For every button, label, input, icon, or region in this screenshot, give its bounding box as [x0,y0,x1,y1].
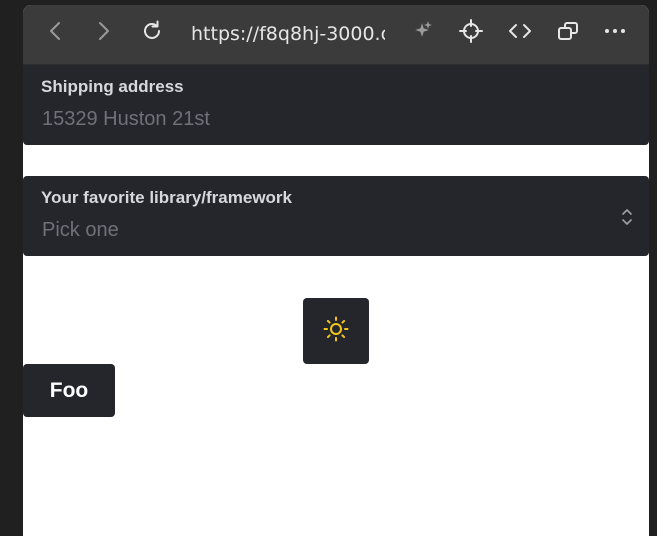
foo-button[interactable]: Foo [23,364,115,417]
browser-toolbar: https://f8q8hj-3000.c [23,5,649,65]
chevron-up-down-icon[interactable] [621,208,633,226]
crosshair-icon[interactable] [459,19,483,43]
windows-icon[interactable] [556,19,580,43]
sparkle-icon[interactable] [411,19,435,43]
forward-icon[interactable] [91,19,115,43]
shipping-address-label: Shipping address [41,77,184,96]
framework-select[interactable]: Your favorite library/framework Pick one [23,176,649,256]
code-icon[interactable] [508,19,532,43]
shipping-address-field[interactable]: Shipping address 15329 Huston 21st [23,65,649,145]
page-content: Shipping address 15329 Huston 21st Your … [23,65,649,536]
more-icon[interactable] [603,19,627,43]
reload-icon[interactable] [140,19,164,43]
back-icon[interactable] [44,19,68,43]
desktop-background: https://f8q8hj-3000.c Shipping address 1… [0,0,657,536]
sun-icon [323,316,349,347]
browser-window: https://f8q8hj-3000.c Shipping address 1… [23,5,649,536]
framework-placeholder[interactable]: Pick one [42,219,119,242]
address-bar[interactable]: https://f8q8hj-3000.c [191,22,385,46]
theme-toggle-button[interactable] [303,298,369,364]
shipping-address-input[interactable]: 15329 Huston 21st [42,108,210,131]
framework-label: Your favorite library/framework [41,188,292,207]
